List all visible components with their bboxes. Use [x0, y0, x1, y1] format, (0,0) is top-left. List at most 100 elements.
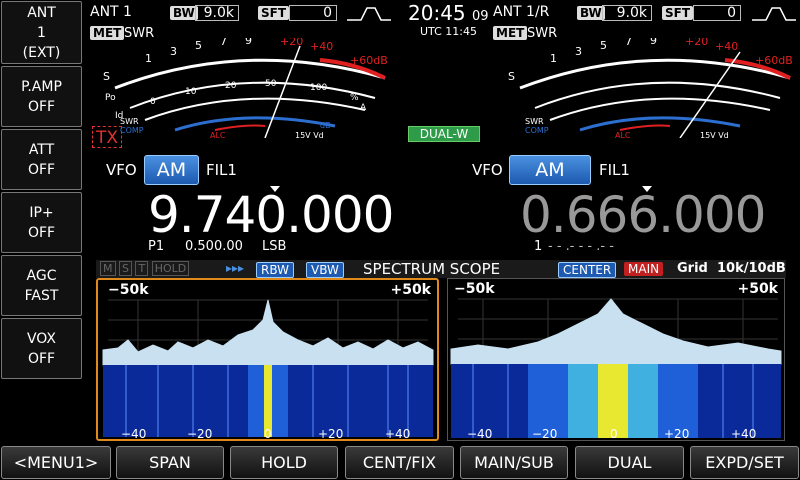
cent-fix-button[interactable]: CENT/FIX [345, 446, 454, 479]
main-mode-button[interactable]: AM [144, 155, 199, 185]
main-scope-tick-p20: +20 [318, 427, 344, 441]
main-meter-s: S [103, 70, 110, 83]
sub-bw-value[interactable]: 9.0k [602, 5, 652, 21]
sub-sft-label: SFT [662, 6, 694, 20]
svg-text:3: 3 [575, 45, 582, 58]
svg-text:SWR: SWR [525, 117, 544, 126]
sub-frequency[interactable]: 0.666.000 [520, 190, 766, 240]
svg-text:%: % [350, 93, 359, 103]
svg-text:A: A [360, 103, 367, 113]
svg-text:+40: +40 [715, 40, 738, 53]
scope-center[interactable]: CENTER [558, 262, 617, 278]
scope-arrows-icon: ▸▸▸ [226, 261, 245, 275]
svg-text:ALC: ALC [615, 131, 631, 138]
sub-scope-tick-m20: −20 [532, 427, 558, 441]
svg-text:50: 50 [265, 79, 277, 89]
sub-scope-tick-m40: −40 [467, 427, 493, 441]
main-frequency[interactable]: 9.740.000 [148, 190, 394, 240]
scope-indicators: M S T HOLD [100, 261, 190, 276]
att-button[interactable]: ATT OFF [1, 129, 82, 190]
main-sub-button[interactable]: MAIN/SUB [460, 446, 568, 479]
sub-bw-label: BW [577, 6, 605, 20]
sub-scope-panel[interactable]: −50k +50k [447, 278, 785, 441]
sub-sft-value[interactable]: 0 [693, 5, 741, 21]
ant-button[interactable]: ANT 1 (EXT) [1, 1, 82, 64]
svg-text:20: 20 [225, 81, 237, 91]
main-scope-panel[interactable]: −50k +50k [96, 278, 439, 441]
agc-button[interactable]: AGC FAST [1, 255, 82, 316]
span-button[interactable]: SPAN [116, 446, 224, 479]
vox-label: VOX [26, 330, 57, 347]
ant-number: 1 [37, 24, 46, 41]
pamp-button[interactable]: P.AMP OFF [1, 66, 82, 127]
svg-text:SWR: SWR [120, 117, 139, 126]
svg-text:+20: +20 [280, 38, 303, 48]
main-memo: P1 [148, 239, 165, 254]
svg-text:+20: +20 [685, 38, 708, 48]
svg-text:Po: Po [105, 93, 116, 103]
agc-label: AGC [26, 267, 57, 284]
svg-text:100: 100 [310, 83, 327, 93]
sub-filter-shape-icon [752, 7, 796, 21]
scope-rbw[interactable]: RBW [256, 262, 295, 278]
svg-text:5: 5 [195, 39, 202, 52]
expd-set-button[interactable]: EXPD/SET [690, 446, 799, 479]
sub-mode-button[interactable]: AM [509, 155, 591, 185]
ipplus-button[interactable]: IP+ OFF [1, 192, 82, 253]
ant-ext: (EXT) [22, 44, 61, 61]
sub-scope-span-right: +50k [737, 281, 778, 297]
sub-scope-tick-0: 0 [610, 427, 618, 441]
scope-ind-s: S [119, 261, 132, 276]
tx-indicator: TX [92, 126, 122, 148]
sub-spectrum [450, 298, 782, 438]
main-fil-label[interactable]: FIL1 [206, 163, 237, 178]
sub-memo: 1 [534, 239, 543, 254]
main-scope-tick-p40: +40 [385, 427, 411, 441]
svg-text:dB: dB [320, 121, 331, 130]
agc-value: FAST [24, 287, 59, 304]
scope-title: SPECTRUM SCOPE [363, 260, 501, 278]
sub-meter: S 1 3 5 7 9 +20 +40 +60dB SWR COMP ALC 1… [508, 38, 793, 138]
sub-scope-tick-p40: +40 [731, 427, 757, 441]
clock-hhmm: 20:45 [408, 1, 466, 25]
dualw-indicator: DUAL-W [408, 126, 480, 142]
menu1-button[interactable]: <MENU1> [1, 446, 111, 479]
main-scope-tick-m40: −40 [121, 427, 147, 441]
main-scope-tick-m20: −20 [187, 427, 213, 441]
scope-vbw[interactable]: VBW [306, 262, 344, 278]
scope-main[interactable]: MAIN [624, 262, 664, 276]
att-label: ATT [28, 141, 55, 158]
hold-button[interactable]: HOLD [230, 446, 338, 479]
svg-text:15V Vd: 15V Vd [295, 131, 324, 138]
main-sft-value[interactable]: 0 [289, 5, 337, 21]
main-bw-label: BW [170, 6, 198, 20]
pamp-value: OFF [27, 98, 56, 115]
scope-grid-value: 10k/10dB [717, 261, 786, 276]
svg-text:1: 1 [550, 52, 557, 65]
vox-button[interactable]: VOX OFF [1, 318, 82, 379]
svg-text:3: 3 [170, 45, 177, 58]
clock-seconds: 09 [472, 9, 489, 24]
main-filter-shape-icon [347, 7, 391, 21]
sub-vfo-label: VFO [472, 161, 503, 179]
sub-memo-blank: - - .- - - .- - [548, 239, 614, 254]
scope-ind-t: T [135, 261, 149, 276]
svg-text:1: 1 [145, 52, 152, 65]
sub-ant: ANT 1/R [493, 4, 550, 20]
ant-label: ANT [27, 4, 56, 21]
main-scope-span-left: −50k [108, 282, 149, 298]
svg-text:7: 7 [220, 38, 227, 48]
svg-text:10: 10 [185, 87, 197, 97]
ipplus-value: OFF [27, 224, 56, 241]
svg-text:9: 9 [245, 38, 252, 47]
dual-button[interactable]: DUAL [575, 446, 684, 479]
svg-text:7: 7 [625, 38, 632, 48]
svg-text:ALC: ALC [210, 131, 226, 138]
svg-text:S: S [508, 70, 515, 83]
svg-text:5: 5 [600, 39, 607, 52]
main-bw-value[interactable]: 9.0k [195, 5, 239, 21]
main-vfo-label: VFO [106, 161, 137, 179]
sub-fil-label[interactable]: FIL1 [599, 163, 630, 178]
svg-text:0: 0 [150, 97, 156, 107]
main-sideband: LSB [262, 239, 287, 254]
